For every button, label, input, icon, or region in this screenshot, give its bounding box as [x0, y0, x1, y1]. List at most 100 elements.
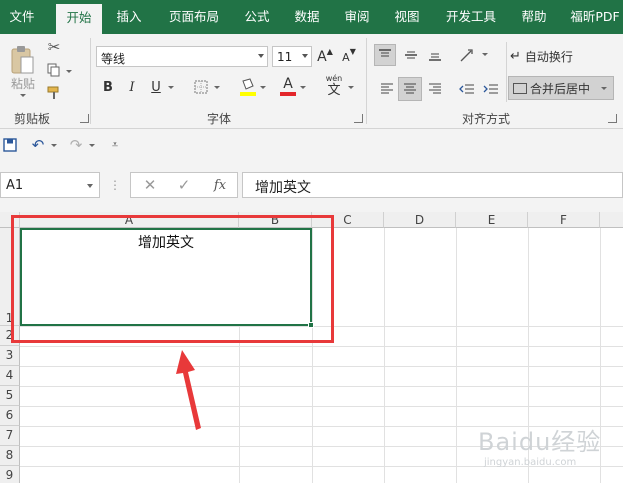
orientation-button[interactable] [456, 44, 480, 66]
borders-dropdown-icon[interactable] [214, 86, 220, 89]
row-header-7[interactable]: 7 [0, 426, 20, 446]
alignment-launcher-icon[interactable] [608, 114, 617, 123]
chevron-down-icon [601, 87, 607, 90]
clipboard-group-label: 剪贴板 [14, 112, 51, 126]
font-color-dropdown-icon[interactable] [300, 86, 306, 89]
fill-bucket-icon [240, 78, 256, 96]
row-header-6[interactable]: 6 [0, 406, 20, 426]
merge-center-label: 合并后居中 [530, 81, 591, 96]
cancel-icon[interactable]: ✕ [139, 175, 161, 195]
tab-review[interactable]: 审阅 [336, 0, 378, 34]
tab-developer[interactable]: 开发工具 [438, 0, 504, 34]
insert-function-button[interactable]: fx [209, 175, 231, 195]
font-group-label: 字体 [207, 112, 232, 126]
tab-help[interactable]: 帮助 [512, 0, 556, 34]
tab-view[interactable]: 视图 [386, 0, 428, 34]
italic-button[interactable]: I [124, 78, 140, 96]
formula-bar-resize-handle[interactable]: ⋮ [109, 174, 121, 196]
copy-dropdown-icon[interactable] [66, 70, 72, 73]
row-header-8[interactable]: 8 [0, 446, 20, 466]
align-bottom-button[interactable] [424, 44, 446, 66]
ribbon: 粘贴 ✂ 剪贴板 等线 11 A▲ A▼ B I U A wén 文 字体 [0, 34, 623, 129]
decrease-indent-icon [459, 84, 474, 94]
alignment-group-label: 对齐方式 [462, 112, 511, 126]
increase-indent-icon [483, 84, 498, 94]
column-header-d[interactable]: D [384, 212, 456, 228]
gridline [20, 406, 623, 407]
row-header-9[interactable]: 9 [0, 466, 20, 483]
wrap-text-icon: ↵ [510, 48, 521, 64]
gridline [384, 228, 385, 483]
ribbon-tab-bar: 文件 开始 插入 页面布局 公式 数据 审阅 视图 开发工具 帮助 福昕PDF [0, 0, 623, 34]
formula-input[interactable]: 增加英文 [242, 172, 623, 198]
shrink-font-button[interactable]: A ▼ [340, 47, 358, 67]
name-box[interactable]: A1 [0, 172, 100, 198]
clipboard-icon [11, 46, 34, 74]
row-header-5[interactable]: 5 [0, 386, 20, 406]
phonetic-label: wén [325, 74, 343, 83]
enter-icon[interactable]: ✓ [173, 175, 195, 195]
copy-icon[interactable] [44, 61, 64, 79]
fill-color-dropdown-icon[interactable] [260, 86, 266, 89]
customize-toolbar-icon[interactable]: ⩡ [108, 137, 122, 153]
paste-dropdown-icon[interactable] [20, 94, 26, 97]
watermark-url: jingyan.baidu.com [484, 457, 577, 468]
phonetic-guide-button[interactable]: wén 文 [322, 72, 346, 100]
grow-font-icon: A [317, 49, 327, 65]
font-launcher-icon[interactable] [354, 114, 363, 123]
tab-page-layout[interactable]: 页面布局 [160, 0, 228, 34]
row-header-3[interactable]: 3 [0, 346, 20, 366]
align-top-button[interactable] [374, 44, 396, 66]
column-header-g[interactable] [600, 212, 623, 228]
paste-label: 粘贴 [10, 76, 35, 91]
font-color-button[interactable]: A [278, 74, 298, 98]
format-painter-icon[interactable] [44, 84, 64, 102]
cut-icon[interactable]: ✂ [44, 38, 64, 56]
tab-file[interactable]: 文件 [0, 0, 44, 34]
column-header-e[interactable]: E [456, 212, 528, 228]
bold-button[interactable]: B [100, 78, 116, 96]
tab-data[interactable]: 数据 [286, 0, 328, 34]
align-right-icon [429, 83, 441, 94]
worksheet-grid[interactable]: A B C D E F 1 2 3 4 5 6 7 8 9 增加英文 Baidu… [0, 212, 623, 483]
column-header-f[interactable]: F [528, 212, 600, 228]
wrap-text-button[interactable]: ↵ 自动换行 [510, 46, 610, 66]
decrease-indent-button[interactable] [456, 78, 478, 100]
tab-foxit-pdf[interactable]: 福昕PDF [564, 0, 623, 34]
formula-bar: A1 ⋮ ✕ ✓ fx 增加英文 [0, 162, 623, 212]
align-right-button[interactable] [424, 78, 446, 100]
clipboard-launcher-icon[interactable] [80, 114, 89, 123]
redo-icon[interactable]: ↷ [66, 136, 86, 154]
row-header-4[interactable]: 4 [0, 366, 20, 386]
formula-buttons: ✕ ✓ fx [130, 172, 238, 198]
orientation-icon [460, 49, 473, 62]
tab-home[interactable]: 开始 [56, 4, 102, 34]
underline-dropdown-icon[interactable] [168, 86, 174, 89]
tab-formulas[interactable]: 公式 [236, 0, 278, 34]
align-left-button[interactable] [376, 78, 398, 100]
save-icon[interactable] [2, 137, 18, 153]
fill-color-button[interactable] [238, 76, 258, 98]
align-center-button[interactable] [398, 77, 422, 101]
grow-font-button[interactable]: A ▲ [316, 47, 334, 67]
orientation-dropdown-icon[interactable] [482, 53, 488, 56]
font-name-dropdown[interactable]: 等线 [96, 46, 268, 67]
tab-insert[interactable]: 插入 [108, 0, 150, 34]
phonetic-dropdown-icon[interactable] [348, 86, 354, 89]
chevron-down-icon [302, 54, 308, 58]
redo-dropdown-icon[interactable] [89, 144, 95, 147]
quick-access-toolbar: ↶ ↷ ⩡ [0, 129, 623, 162]
increase-indent-button[interactable] [480, 78, 502, 100]
font-size-dropdown[interactable]: 11 [272, 46, 312, 67]
gridline [456, 228, 457, 483]
align-middle-button[interactable] [400, 44, 422, 66]
align-middle-icon [405, 51, 417, 59]
align-bottom-icon [429, 53, 441, 61]
underline-button[interactable]: U [148, 78, 164, 96]
formula-value: 增加英文 [255, 180, 311, 196]
align-center-icon [404, 83, 416, 94]
undo-dropdown-icon[interactable] [51, 144, 57, 147]
borders-button[interactable] [192, 78, 210, 96]
merge-center-button[interactable]: 合并后居中 [508, 76, 614, 100]
undo-icon[interactable]: ↶ [28, 136, 48, 154]
